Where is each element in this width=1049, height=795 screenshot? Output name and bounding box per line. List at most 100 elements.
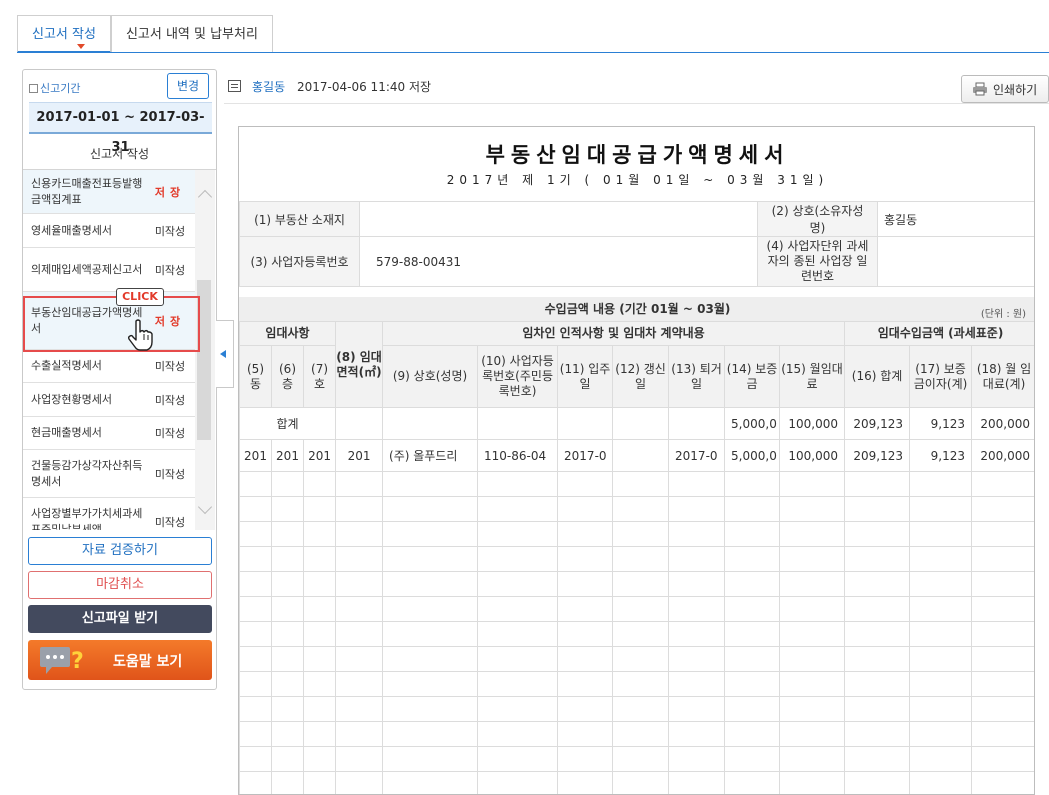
empty-cell[interactable] <box>724 546 781 572</box>
empty-cell[interactable] <box>668 746 726 772</box>
empty-cell[interactable] <box>382 496 479 522</box>
empty-cell[interactable] <box>557 471 614 497</box>
empty-cell[interactable] <box>271 646 304 672</box>
empty-row[interactable] <box>239 471 1034 497</box>
empty-cell[interactable] <box>335 646 384 672</box>
empty-cell[interactable] <box>612 671 670 697</box>
cell-monthly-rent[interactable]: 100,000 <box>779 439 846 472</box>
empty-cell[interactable] <box>724 571 781 597</box>
empty-cell[interactable] <box>557 546 614 572</box>
sub-business-serial-value[interactable] <box>877 236 1034 287</box>
empty-cell[interactable] <box>302 521 337 547</box>
empty-cell[interactable] <box>971 621 1034 647</box>
empty-cell[interactable] <box>724 746 781 772</box>
empty-cell[interactable] <box>844 521 911 547</box>
empty-row[interactable] <box>239 696 1034 722</box>
empty-cell[interactable] <box>382 671 479 697</box>
empty-cell[interactable] <box>239 521 272 547</box>
empty-cell[interactable] <box>382 696 479 722</box>
empty-cell[interactable] <box>271 596 304 622</box>
empty-cell[interactable] <box>612 496 670 522</box>
empty-cell[interactable] <box>668 621 726 647</box>
empty-cell[interactable] <box>239 771 272 794</box>
print-button[interactable]: 인쇄하기 <box>961 75 1049 103</box>
empty-cell[interactable] <box>557 721 614 747</box>
empty-cell[interactable] <box>612 521 670 547</box>
empty-cell[interactable] <box>335 546 384 572</box>
sidebar-collapse-button[interactable] <box>216 320 234 388</box>
table-row[interactable]: 201 201 201 201 (주) 올푸드리 110-86-04 2017-… <box>239 439 1034 472</box>
empty-cell[interactable] <box>971 471 1034 497</box>
empty-cell[interactable] <box>724 646 781 672</box>
empty-cell[interactable] <box>909 546 973 572</box>
cell-dong[interactable]: 201 <box>239 439 272 472</box>
empty-cell[interactable] <box>477 471 559 497</box>
empty-cell[interactable] <box>477 496 559 522</box>
empty-cell[interactable] <box>971 746 1034 772</box>
empty-cell[interactable] <box>844 496 911 522</box>
empty-cell[interactable] <box>724 596 781 622</box>
empty-cell[interactable] <box>779 696 846 722</box>
empty-cell[interactable] <box>477 571 559 597</box>
empty-row[interactable] <box>239 496 1034 522</box>
empty-cell[interactable] <box>668 671 726 697</box>
empty-cell[interactable] <box>844 771 911 794</box>
empty-cell[interactable] <box>271 721 304 747</box>
empty-row[interactable] <box>239 646 1034 672</box>
empty-cell[interactable] <box>612 746 670 772</box>
empty-cell[interactable] <box>724 671 781 697</box>
empty-cell[interactable] <box>971 671 1034 697</box>
empty-cell[interactable] <box>382 571 479 597</box>
empty-cell[interactable] <box>477 546 559 572</box>
empty-cell[interactable] <box>971 696 1034 722</box>
empty-cell[interactable] <box>382 596 479 622</box>
property-location-value[interactable] <box>359 201 758 237</box>
empty-cell[interactable] <box>844 596 911 622</box>
empty-cell[interactable] <box>779 646 846 672</box>
empty-cell[interactable] <box>844 471 911 497</box>
empty-cell[interactable] <box>779 771 846 794</box>
empty-cell[interactable] <box>302 596 337 622</box>
empty-cell[interactable] <box>302 646 337 672</box>
empty-cell[interactable] <box>335 621 384 647</box>
empty-cell[interactable] <box>612 696 670 722</box>
empty-cell[interactable] <box>668 471 726 497</box>
empty-cell[interactable] <box>612 771 670 794</box>
report-item-zero-rate[interactable]: 영세율매출명세서 미작성 <box>23 214 195 248</box>
empty-cell[interactable] <box>335 721 384 747</box>
empty-cell[interactable] <box>239 596 272 622</box>
empty-cell[interactable] <box>477 671 559 697</box>
empty-row[interactable] <box>239 621 1034 647</box>
empty-row[interactable] <box>239 546 1034 572</box>
empty-cell[interactable] <box>557 746 614 772</box>
empty-row[interactable] <box>239 596 1034 622</box>
empty-cell[interactable] <box>302 471 337 497</box>
empty-cell[interactable] <box>477 621 559 647</box>
empty-cell[interactable] <box>335 596 384 622</box>
empty-cell[interactable] <box>335 496 384 522</box>
empty-cell[interactable] <box>477 646 559 672</box>
empty-cell[interactable] <box>302 671 337 697</box>
business-number-value[interactable]: 579-88-00431 <box>359 236 758 287</box>
empty-cell[interactable] <box>335 771 384 794</box>
empty-cell[interactable] <box>909 696 973 722</box>
empty-row[interactable] <box>239 771 1034 794</box>
empty-cell[interactable] <box>844 671 911 697</box>
empty-cell[interactable] <box>779 596 846 622</box>
empty-cell[interactable] <box>271 771 304 794</box>
empty-cell[interactable] <box>909 746 973 772</box>
empty-cell[interactable] <box>724 496 781 522</box>
report-item-business-unit-tax[interactable]: 사업장별부가가치세과세표준및납부세액 미작성 <box>23 498 195 531</box>
empty-cell[interactable] <box>779 496 846 522</box>
empty-cell[interactable] <box>302 696 337 722</box>
empty-cell[interactable] <box>971 546 1034 572</box>
empty-cell[interactable] <box>909 621 973 647</box>
empty-cell[interactable] <box>302 496 337 522</box>
cell-renewal[interactable] <box>612 439 670 472</box>
empty-cell[interactable] <box>668 596 726 622</box>
empty-cell[interactable] <box>971 596 1034 622</box>
empty-cell[interactable] <box>557 671 614 697</box>
cell-tenant-name[interactable]: (주) 올푸드리 <box>382 439 479 472</box>
empty-cell[interactable] <box>779 571 846 597</box>
empty-row[interactable] <box>239 521 1034 547</box>
